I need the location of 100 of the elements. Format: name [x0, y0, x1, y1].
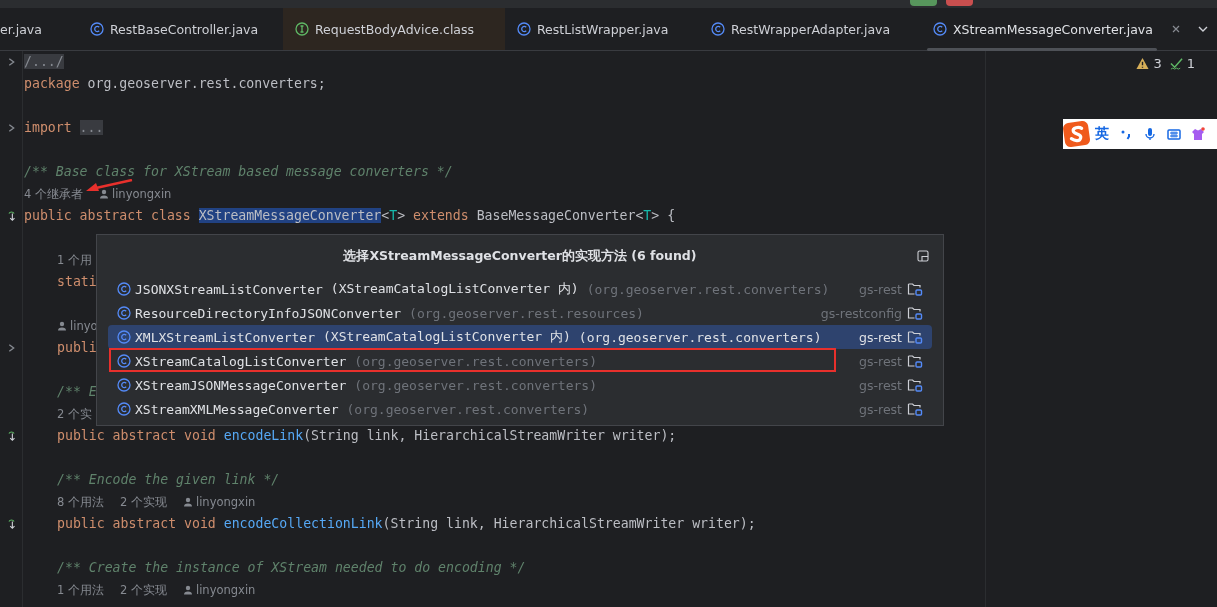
package-name: (org.geoserver.rest.resources)	[409, 305, 644, 321]
folded-code: ...	[79, 120, 104, 135]
shirt-icon[interactable]	[1191, 127, 1205, 141]
usage-hint[interactable]: 2 个实现	[120, 579, 167, 601]
editor-tab[interactable]: XStreamMessageConverter.java	[921, 8, 1181, 50]
folded-code: /.../	[24, 54, 64, 69]
implementation-item[interactable]: XStreamJSONMessageConverter (org.geoserver.rest.converters) gs-rest	[108, 373, 932, 397]
editor-tab[interactable]: RestWrapperAdapter.java	[699, 8, 921, 50]
person-icon	[99, 189, 109, 199]
author-hint[interactable]: linyongxin	[195, 491, 256, 513]
usage-hint[interactable]: 2 个实	[57, 403, 92, 425]
outer-class: (XStreamCatalogListConverter 内)	[323, 328, 571, 346]
check-count: 1	[1186, 56, 1195, 71]
package-name: (org.geoserver.rest.converters)	[346, 401, 590, 417]
class-icon	[711, 22, 725, 36]
code-text: extends	[413, 208, 470, 223]
implementation-item[interactable]: XStreamXMLMessageConverter (org.geoserver.rest.converters) gs-rest	[108, 397, 932, 421]
person-icon	[182, 497, 193, 507]
editor-tab[interactable]: RestListWrapper.java	[505, 8, 699, 50]
package-name: (org.geoserver.rest.converters)	[354, 377, 597, 393]
class-icon	[117, 330, 131, 344]
module-name: gs-rest	[859, 401, 902, 417]
check-icon[interactable]	[1169, 57, 1183, 70]
package-name: (org.geoserver.rest.converters)	[578, 329, 822, 345]
code-text: >	[397, 208, 407, 223]
class-icon	[933, 22, 947, 36]
code-text: (String link, HierarchicalStreamWriter writer);	[303, 428, 677, 443]
module-name: gs-restconfig	[820, 305, 902, 321]
code-text: encodeCollectionLink	[223, 516, 383, 531]
interface-icon	[295, 22, 309, 36]
pin-window-icon[interactable]	[917, 250, 929, 262]
usage-hint[interactable]: 4 个继承者	[24, 183, 83, 205]
keyboard-icon[interactable]	[1167, 127, 1181, 141]
module-name: gs-rest	[859, 353, 902, 369]
package-name: (org.geoserver.rest.converters)	[586, 281, 830, 297]
class-name: XStreamJSONMessageConverter	[135, 377, 347, 393]
outer-class: (XStreamCatalogListConverter 内)	[330, 280, 579, 298]
class-icon	[117, 282, 131, 296]
author-hint[interactable]: linyo	[70, 315, 98, 337]
usage-hint[interactable]: 2 个实现	[120, 491, 167, 513]
module-folder-icon	[907, 401, 923, 417]
author-hint[interactable]: linyongxin	[112, 183, 172, 205]
s-logo-icon[interactable]	[1063, 120, 1091, 148]
code-comment: /** Base class for XStream based message converters */	[24, 164, 453, 179]
author-hint[interactable]: linyongxin	[195, 579, 256, 601]
code-text: (String link, HierarchicalStreamWriter writer);	[382, 516, 756, 531]
module-folder-icon	[907, 377, 923, 393]
class-icon	[90, 22, 104, 36]
class-name: XMLXStreamListConverter	[135, 329, 315, 345]
person-icon	[182, 585, 193, 595]
code-text: stati	[57, 274, 97, 289]
module-name: gs-rest	[859, 281, 902, 297]
editor-tab[interactable]: RestBaseController.java	[78, 8, 283, 50]
class-icon	[117, 402, 131, 416]
implementation-item[interactable]: JSONXStreamListConverter (XStreamCatalogListConverter 内) (org.geoserver.rest.converters) gs-rest	[108, 277, 932, 301]
code-text: BaseMessageConverter<	[476, 208, 644, 223]
close-icon[interactable]	[1170, 24, 1181, 34]
code-text: T	[643, 208, 652, 223]
code-text: org.geoserver.rest.converters;	[87, 76, 326, 91]
input-mode[interactable]: 英	[1095, 125, 1109, 143]
editor-tab[interactable]: RequestBodyAdvice.class	[283, 8, 505, 50]
class-name: XStreamCatalogListConverter	[135, 353, 347, 369]
package-name: (org.geoserver.rest.converters)	[354, 353, 597, 369]
class-name: ResourceDirectoryInfoJSONConverter	[135, 305, 402, 321]
usage-hint[interactable]: 8 个用法	[57, 491, 104, 513]
code-comment: /** Create the instance of XStream needed to do encoding */	[57, 560, 526, 575]
person-icon	[57, 321, 67, 331]
class-icon	[117, 306, 131, 320]
module-folder-icon	[907, 353, 923, 369]
code-text: public abstract void	[57, 516, 217, 531]
implementation-item[interactable]: XMLXStreamListConverter (XStreamCatalogListConverter 内) (org.geoserver.rest.converters) gs-rest	[108, 325, 932, 349]
class-icon	[117, 354, 131, 368]
module-folder-icon	[907, 305, 923, 321]
code-comment: /** Encode the given link */	[57, 472, 280, 487]
class-name: JSONXStreamListConverter	[135, 281, 323, 297]
class-name: XStreamXMLMessageConverter	[135, 401, 339, 417]
module-folder-icon	[907, 329, 923, 345]
class-icon	[517, 22, 531, 36]
warning-icon[interactable]	[1136, 57, 1150, 70]
code-text: public abstract class	[24, 208, 192, 223]
implementation-item[interactable]: XStreamCatalogListConverter (org.geoserver.rest.converters) gs-rest	[108, 349, 932, 373]
code-text: public abstract void	[57, 428, 217, 443]
usage-hint[interactable]: 1 个用	[57, 249, 92, 271]
class-icon	[117, 378, 131, 392]
code-text: publi	[57, 340, 97, 355]
popup-title: 选择XStreamMessageConverter的实现方法 (6 found)	[343, 247, 697, 265]
module-name: gs-rest	[859, 377, 902, 393]
usage-hint[interactable]: 1 个用法	[57, 579, 104, 601]
code-comment: /** E	[57, 384, 97, 399]
warning-count: 3	[1153, 56, 1162, 71]
implementation-item[interactable]: ResourceDirectoryInfoJSONConverter (org.geoserver.rest.resources) gs-restconfig	[108, 301, 932, 325]
module-name: gs-rest	[859, 329, 902, 345]
editor-tab[interactable]: er.java	[0, 8, 78, 50]
code-text: import	[24, 120, 73, 135]
code-text: encodeLink	[223, 428, 304, 443]
microphone-icon[interactable]	[1143, 127, 1157, 141]
code-text: T	[389, 208, 398, 223]
code-text: <	[381, 208, 390, 223]
module-folder-icon	[907, 281, 923, 297]
code-text: package	[24, 76, 81, 91]
